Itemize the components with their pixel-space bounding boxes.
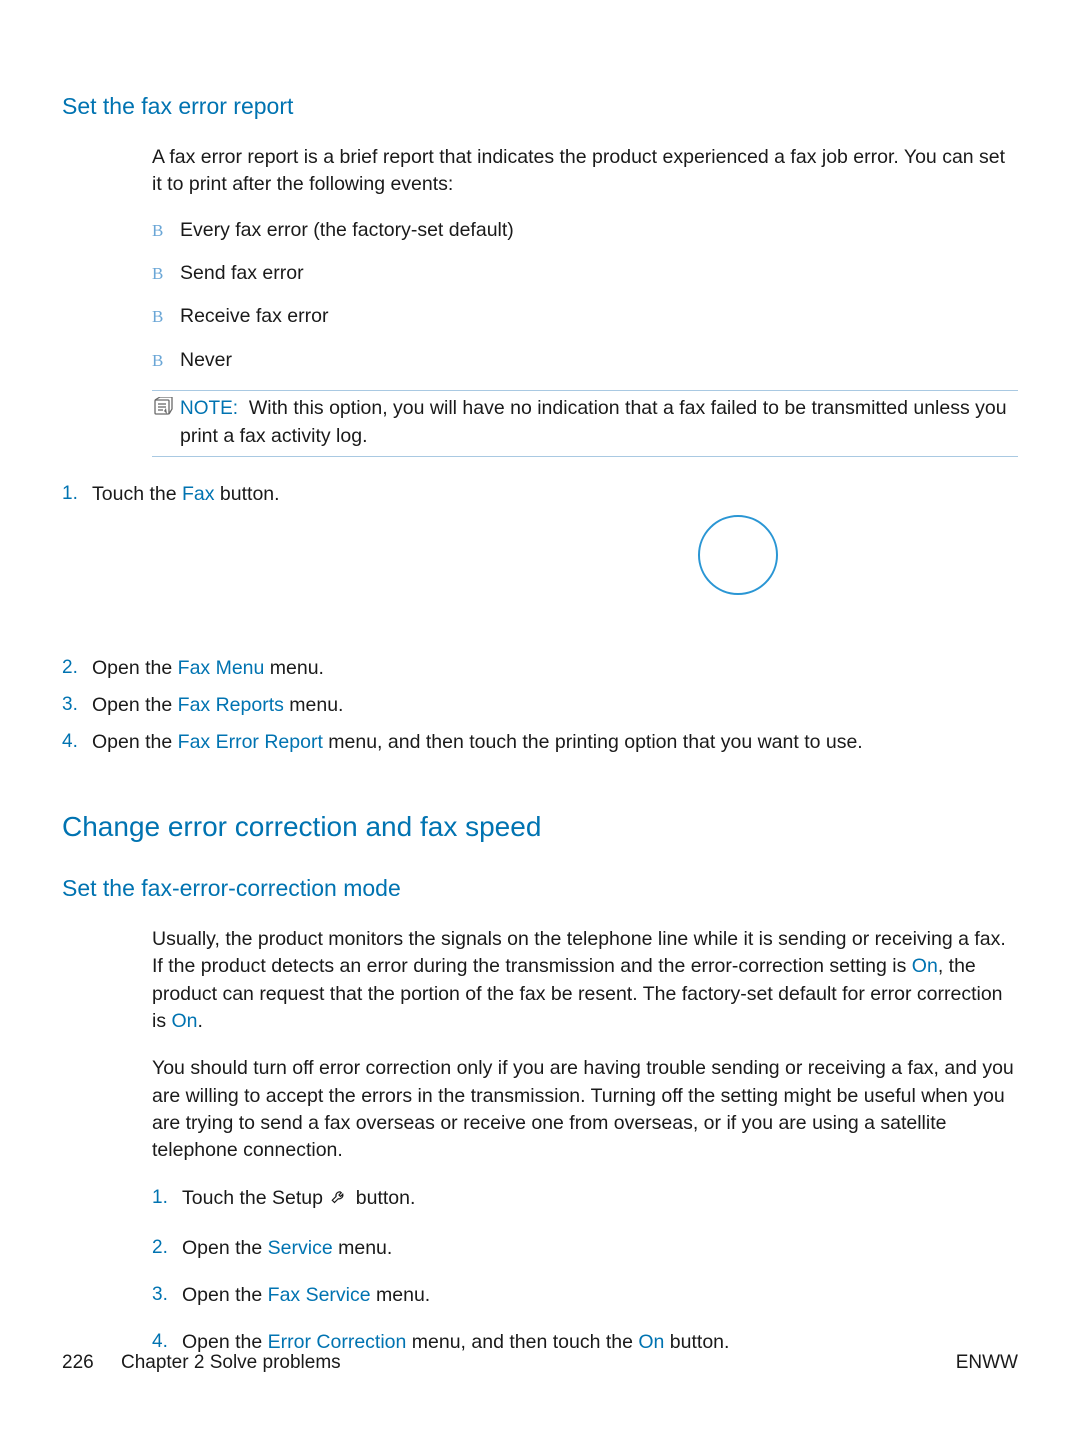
step-text: Open the Fax Menu menu. [92,655,1018,682]
bullet-marker: B [152,303,180,330]
step-number: 3. [152,1282,182,1309]
step-text: Open the Fax Error Report menu, and then… [92,729,1018,756]
steps-list-error-correction: 1.Touch the Setup button.2.Open the Serv… [152,1185,1018,1357]
chapter-label: Chapter 2 Solve problems [121,1352,341,1373]
step-text: Touch the Setup button. [182,1185,1018,1215]
step-text: Open the Fax Reports menu. [92,692,1018,719]
note-box: NOTE: With this option, you will have no… [152,390,1018,457]
note-icon [152,397,176,417]
ui-term-fax: Fax [182,483,215,505]
bullet-marker: B [152,347,180,374]
lang-code: ENWW [956,1350,1018,1377]
bullet-text: Every fax error (the factory-set default… [180,217,514,244]
paragraph-error-correction-2: You should turn off error correction onl… [152,1055,1018,1164]
section-heading-fax-error-correction-mode: Set the fax-error-correction mode [62,872,1018,904]
step-number: 4. [62,729,92,756]
step-number: 1. [62,481,92,508]
step-text: Open the Service menu. [182,1235,1018,1262]
step-number: 2. [62,655,92,682]
bullet-text: Send fax error [180,260,304,287]
bullet-marker: B [152,260,180,287]
page-number: 226 [62,1352,94,1373]
bullet-text: Receive fax error [180,303,328,330]
bullet-list: BEvery fax error (the factory-set defaul… [152,217,1018,374]
ui-term: Fax Reports [178,694,284,716]
note-label: NOTE: [180,398,238,419]
section-heading-set-fax-error-report: Set the fax error report [62,90,1018,122]
figure-placeholder-circle [698,515,778,595]
ui-term: Service [268,1237,333,1259]
paragraph-error-correction-1: Usually, the product monitors the signal… [152,926,1018,1035]
wrench-icon [330,1188,348,1215]
bullet-text: Never [180,347,232,374]
step-number: 1. [152,1185,182,1212]
ui-term: Fax Service [268,1284,371,1306]
ui-term: Fax Error Report [178,731,323,753]
steps-list: 2.Open the Fax Menu menu.3.Open the Fax … [62,655,1018,757]
page-footer: 226 Chapter 2 Solve problems ENWW [0,1350,1080,1377]
bullet-marker: B [152,217,180,244]
step-text: Touch the Fax button. [92,481,458,508]
ui-term: Fax Menu [178,657,265,679]
note-body: With this option, you will have no indic… [180,397,1007,447]
section-heading-change-error-correction: Change error correction and fax speed [62,807,1018,846]
ui-term-on: On [912,955,938,977]
intro-text: A fax error report is a brief report tha… [152,144,1018,199]
ui-term-on: On [172,1010,198,1032]
step-number: 2. [152,1235,182,1262]
step-text: Open the Fax Service menu. [182,1282,1018,1309]
step-number: 3. [62,692,92,719]
